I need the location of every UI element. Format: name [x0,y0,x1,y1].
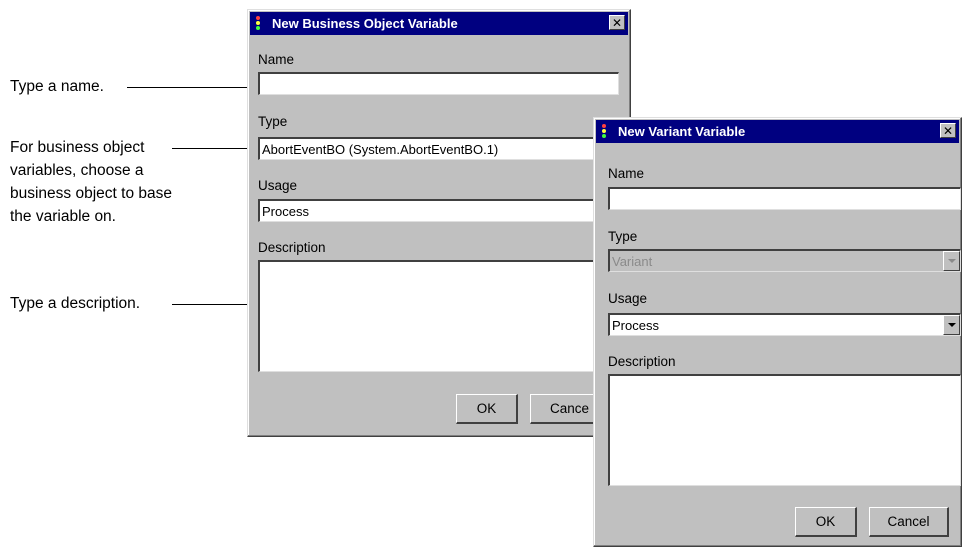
chevron-down-icon [943,251,960,271]
variant-dialog-title: New Variant Variable [618,124,746,139]
callout-type-line-1: For business object [10,139,145,156]
bo-usage-label: Usage [258,178,298,193]
bo-type-value: AbortEventBO (System.AbortEventBO.1) [262,142,499,157]
variant-titlebar[interactable]: New Variant Variable ✕ [596,120,959,143]
bo-usage-value: Process [262,204,309,219]
callout-type-line-2: variables, choose a [10,162,144,179]
callout-name: Type a name. [10,78,104,95]
variant-usage-label: Usage [608,291,648,306]
close-icon[interactable]: ✕ [609,15,625,30]
bo-usage-select[interactable]: Process [258,199,619,222]
close-icon[interactable]: ✕ [940,123,956,138]
bo-titlebar[interactable]: New Business Object Variable ✕ [250,12,628,35]
variant-description-label: Description [608,354,676,369]
variant-description-textarea[interactable] [608,374,961,486]
bo-type-select[interactable]: AbortEventBO (System.AbortEventBO.1) [258,137,619,160]
business-object-dialog: New Business Object Variable ✕ Name Type… [247,9,631,437]
variant-dialog: New Variant Variable ✕ Name Type Variant… [593,117,962,547]
variant-cancel-button[interactable]: Cancel [869,507,949,537]
variant-type-label: Type [608,229,638,244]
variant-usage-select[interactable]: Process [608,313,961,336]
bo-name-label: Name [258,52,295,67]
bo-name-input[interactable] [258,72,619,95]
bo-type-label: Type [258,114,288,129]
traffic-light-icon [256,16,260,31]
traffic-light-icon [602,124,606,139]
variant-ok-button[interactable]: OK [795,507,857,537]
bo-description-textarea[interactable] [258,260,619,372]
callout-type-line-3: business object to base [10,185,172,202]
leader-line-type [172,148,255,149]
variant-name-label: Name [608,166,645,181]
variant-usage-value: Process [612,318,659,333]
variant-type-select: Variant [608,249,961,272]
bo-ok-button[interactable]: OK [456,394,518,424]
variant-name-input[interactable] [608,187,961,210]
callout-description: Type a description. [10,295,141,312]
callout-type-line-4: the variable on. [10,208,116,225]
variant-type-value: Variant [612,254,653,269]
bo-dialog-title: New Business Object Variable [272,16,458,31]
bo-description-label: Description [258,240,326,255]
chevron-down-icon[interactable] [943,315,960,335]
